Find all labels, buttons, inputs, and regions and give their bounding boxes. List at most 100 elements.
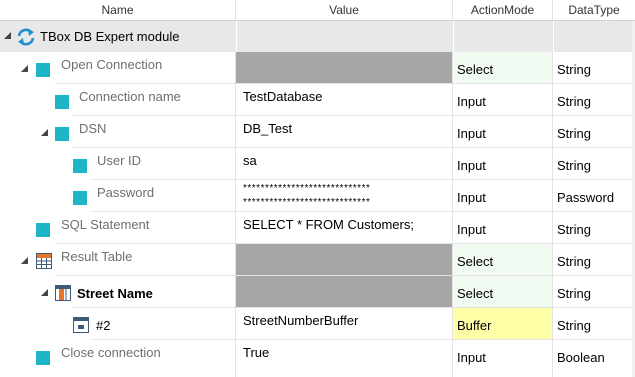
data-type-cell[interactable]: String [553, 52, 635, 84]
data-type-value: String [557, 94, 591, 109]
action-mode-cell[interactable]: Input [453, 212, 553, 244]
action-mode-value: Input [457, 94, 486, 109]
data-type-cell[interactable]: Password [553, 180, 635, 212]
row-name: Open Connection [61, 57, 163, 72]
column-header: Name Value ActionMode DataType [0, 0, 635, 21]
collapse-arrow-icon[interactable] [21, 257, 29, 265]
action-mode-cell[interactable]: Input [453, 148, 553, 180]
row-name: Connection name [79, 89, 181, 104]
tree-row-cell-2[interactable]: #2 StreetNumberBuffer Buffer String [0, 308, 635, 340]
action-mode-cell[interactable]: Select [453, 244, 553, 276]
attribute-icon [55, 127, 69, 141]
data-type-cell[interactable]: String [553, 148, 635, 180]
tree-row-connection-name[interactable]: Connection name TestDatabase Input Strin… [0, 84, 635, 116]
attribute-icon [73, 191, 87, 205]
data-type-cell[interactable]: String [553, 212, 635, 244]
action-mode-value: Select [457, 254, 494, 269]
value-cell[interactable]: DB_Test [236, 116, 453, 148]
data-type-cell[interactable]: String [553, 244, 635, 276]
tree-grid: Name Value ActionMode DataType TBox DB E… [0, 0, 635, 377]
module-label: TBox DB Expert module [40, 29, 180, 44]
attribute-icon [55, 95, 69, 109]
data-type-value: String [557, 286, 591, 301]
collapse-arrow-icon[interactable] [41, 129, 49, 137]
module-row[interactable]: TBox DB Expert module [0, 21, 635, 52]
data-type-value: String [557, 126, 591, 141]
action-mode-cell[interactable]: Input [453, 84, 553, 116]
action-mode-cell[interactable]: Input [453, 180, 553, 212]
value-cell[interactable] [236, 52, 453, 84]
action-mode-value: Buffer [457, 318, 492, 333]
row-name: User ID [97, 153, 142, 168]
collapse-arrow-icon[interactable] [41, 289, 49, 297]
value-cell[interactable]: sa [236, 148, 453, 180]
action-mode-cell[interactable]: Buffer [453, 308, 553, 340]
data-type-value: String [557, 158, 591, 173]
row-value: sa [243, 153, 257, 168]
row-name: #2 [96, 318, 111, 333]
name-cell: #2 [91, 308, 236, 340]
tree-row-open-connection[interactable]: Open Connection Select String [0, 52, 635, 84]
action-mode-cell[interactable]: Input [453, 116, 553, 148]
data-type-value: String [557, 318, 591, 333]
attribute-icon [73, 159, 87, 173]
data-type-cell[interactable]: String [553, 308, 635, 340]
tree-row-user-id[interactable]: User ID sa Input String [0, 148, 635, 180]
value-cell[interactable]: StreetNumberBuffer [236, 308, 453, 340]
attribute-icon [36, 351, 50, 365]
action-mode-cell[interactable]: Select [453, 52, 553, 84]
row-value: TestDatabase [243, 89, 323, 104]
row-name: Street Name [77, 286, 153, 301]
header-name[interactable]: Name [0, 0, 236, 20]
header-action-mode[interactable]: ActionMode [453, 0, 553, 20]
tree-row-dsn[interactable]: DSN DB_Test Input String [0, 116, 635, 148]
value-cell[interactable]: True [236, 340, 453, 377]
action-mode-cell[interactable]: Input [453, 340, 553, 377]
action-mode-value: Input [457, 158, 486, 173]
data-type-cell[interactable]: String [553, 116, 635, 148]
tree-row-street-name[interactable]: Street Name Select String [0, 276, 635, 308]
name-cell: Open Connection [55, 52, 236, 84]
action-mode-value: Input [457, 126, 486, 141]
column-icon [55, 285, 71, 301]
name-cell: Connection name [73, 84, 236, 116]
action-mode-cell[interactable]: Select [453, 276, 553, 308]
action-mode-value: Select [457, 62, 494, 77]
name-cell: Result Table [55, 244, 236, 276]
header-value[interactable]: Value [236, 0, 453, 20]
name-cell: SQL Statement [55, 212, 236, 244]
tree-row-sql-statement[interactable]: SQL Statement SELECT * FROM Customers; I… [0, 212, 635, 244]
tree-row-close-connection[interactable]: Close connection True Input Boolean [0, 340, 635, 377]
row-name: Result Table [61, 249, 133, 264]
value-cell[interactable]: ***************************** **********… [236, 180, 453, 212]
password-mask-line-2: ***************************** [243, 197, 371, 208]
value-cell[interactable] [236, 244, 453, 276]
cell-icon [73, 317, 89, 333]
row-name: DSN [79, 121, 107, 136]
data-type-value: Boolean [557, 350, 605, 365]
data-type-value: String [557, 62, 591, 77]
tree-row-result-table[interactable]: Result Table Select String [0, 244, 635, 276]
tree-row-password[interactable]: Password ***************************** *… [0, 180, 635, 212]
action-mode-value: Input [457, 350, 486, 365]
header-data-type[interactable]: DataType [553, 0, 635, 20]
data-type-cell[interactable]: String [553, 276, 635, 308]
row-value: StreetNumberBuffer [243, 313, 359, 328]
row-value: SELECT * FROM Customers; [243, 217, 414, 232]
value-cell[interactable] [236, 276, 453, 308]
row-name: SQL Statement [61, 217, 150, 232]
name-cell: Password [91, 180, 236, 212]
value-cell[interactable]: SELECT * FROM Customers; [236, 212, 453, 244]
data-type-value: Password [557, 190, 615, 205]
table-icon [36, 253, 52, 269]
name-cell: Close connection [55, 340, 236, 377]
data-type-cell[interactable]: Boolean [553, 340, 635, 377]
collapse-arrow-icon[interactable] [21, 65, 29, 73]
collapse-arrow-icon[interactable] [4, 32, 12, 40]
attribute-icon [36, 223, 50, 237]
data-type-cell[interactable]: String [553, 84, 635, 116]
action-mode-value: Input [457, 190, 486, 205]
data-type-value: String [557, 222, 591, 237]
row-name: Password [97, 185, 155, 200]
value-cell[interactable]: TestDatabase [236, 84, 453, 116]
